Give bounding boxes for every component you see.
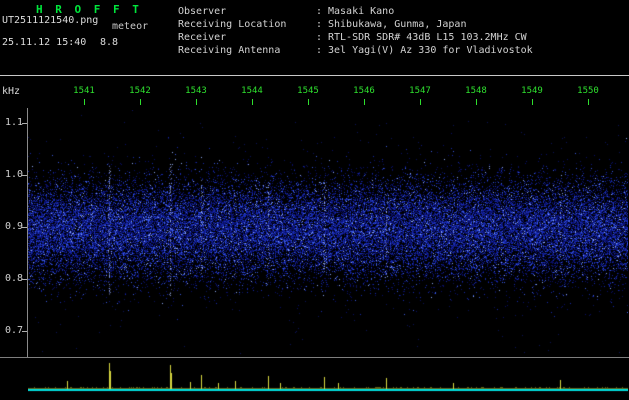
signal-level-strip-canvas (28, 359, 628, 395)
y-tick-label: 1.1 (0, 117, 23, 128)
info-row-antenna: Receiving Antenna:3el Yagi(V) Az 330 for… (178, 44, 533, 57)
x-tick-mark (196, 99, 197, 105)
info-value: Masaki Kano (328, 5, 394, 18)
x-tick-mark (476, 99, 477, 105)
x-tick-label: 1541 (68, 86, 100, 96)
x-tick-mark (420, 99, 421, 105)
x-tick-label: 1543 (180, 86, 212, 96)
x-tick-mark (308, 99, 309, 105)
x-tick-mark (588, 99, 589, 105)
info-colon: : (316, 18, 328, 31)
x-tick-label: 1548 (460, 86, 492, 96)
y-tick-label: 1.0 (0, 169, 23, 180)
meteor-tag: meteor (112, 21, 148, 32)
info-row-receiver: Receiver: RTL-SDR SDR# 43dB L15 103.2MHz … (178, 31, 533, 44)
x-tick-label: 1546 (348, 86, 380, 96)
x-tick-label: 1545 (292, 86, 324, 96)
info-row-location: Receiving Location: Shibukawa, Gunma, Jap… (178, 18, 533, 31)
info-row-observer: Observer: Masaki Kano (178, 5, 533, 18)
app-title: H R O F F T (36, 4, 142, 15)
info-value: RTL-SDR SDR# 43dB L15 103.2MHz CW (328, 31, 527, 44)
info-label: Receiving Location (178, 18, 316, 31)
y-axis-unit-label: kHz (2, 86, 20, 97)
metric-text: 8.8 (100, 37, 118, 48)
x-tick-mark (364, 99, 365, 105)
header-divider (0, 75, 629, 76)
x-tick-mark (84, 99, 85, 105)
filename-text: UT2511121540.png (2, 15, 98, 26)
plot-divider (0, 357, 629, 358)
y-tick-label: 0.9 (0, 221, 23, 232)
info-colon: : (316, 44, 328, 57)
station-info: Observer: Masaki Kano Receiving Location:… (178, 5, 533, 57)
y-tick-label: 0.8 (0, 273, 23, 284)
info-colon: : (316, 5, 328, 18)
info-label: Receiving Antenna (178, 44, 316, 57)
x-tick-mark (532, 99, 533, 105)
x-tick-label: 1550 (572, 86, 604, 96)
x-tick-label: 1547 (404, 86, 436, 96)
info-value: 3el Yagi(V) Az 330 for Vladivostok (328, 44, 533, 57)
x-tick-mark (252, 99, 253, 105)
info-value: Shibukawa, Gunma, Japan (328, 18, 466, 31)
y-tick-label: 0.7 (0, 325, 23, 336)
info-colon: : (316, 31, 328, 44)
x-tick-label: 1549 (516, 86, 548, 96)
hrofft-window: H R O F F T UT2511121540.png meteor 25.1… (0, 0, 629, 400)
info-label: Receiver (178, 31, 316, 44)
x-tick-mark (140, 99, 141, 105)
x-tick-label: 1544 (236, 86, 268, 96)
x-tick-label: 1542 (124, 86, 156, 96)
info-label: Observer (178, 5, 316, 18)
date-text: 25.11.12 15:40 (2, 37, 86, 48)
spectrogram-canvas (28, 110, 628, 357)
